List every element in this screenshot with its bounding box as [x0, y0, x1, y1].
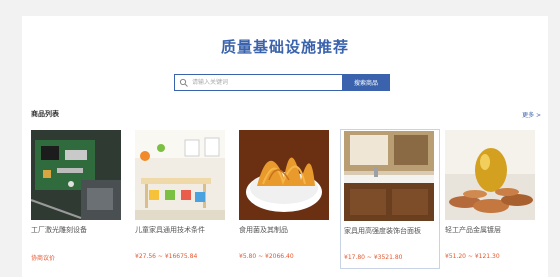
product-price: ¥51.20 ~ ¥121.30 [445, 253, 500, 260]
product-card[interactable]: 轻工产品金属镀层 ¥51.20 ~ ¥121.30 [442, 129, 542, 269]
product-name: 轻工产品金属镀层 [445, 226, 501, 234]
product-card[interactable]: 家具用高强度装饰台面板 ¥17.80 ~ ¥3521.80 [340, 129, 440, 269]
product-price: ¥5.80 ~ ¥2066.40 [239, 253, 294, 260]
product-name: 家具用高强度装饰台面板 [344, 227, 421, 235]
product-card[interactable]: 工厂激光雕刻设备 协商议价 [28, 129, 128, 269]
product-image [344, 131, 434, 221]
search-icon [179, 78, 188, 87]
search-input[interactable] [192, 76, 332, 89]
more-link[interactable]: 更多 > [522, 110, 541, 119]
search-box[interactable] [174, 74, 342, 91]
product-list: 工厂激光雕刻设备 协商议价 儿童家具通用技术条件 ¥27.56 ~ ¥16675… [28, 129, 546, 277]
product-name: 食用菌及其制品 [239, 226, 288, 234]
product-card[interactable]: 儿童家具通用技术条件 ¥27.56 ~ ¥16675.84 [132, 129, 232, 269]
product-image [135, 130, 225, 220]
page-title: 质量基础设施推荐 [220, 38, 349, 56]
product-image [239, 130, 329, 220]
section-header: 商品列表 更多 > [31, 109, 541, 119]
product-name: 儿童家具通用技术条件 [135, 226, 205, 234]
section-title: 商品列表 [31, 110, 59, 118]
product-price: ¥27.56 ~ ¥16675.84 [135, 253, 198, 260]
product-image [445, 130, 535, 220]
product-card[interactable]: 食用菌及其制品 ¥5.80 ~ ¥2066.40 [236, 129, 336, 269]
recommendation-panel: 质量基础设施推荐 搜索商品 商品列表 更多 > [22, 16, 548, 277]
search-button[interactable]: 搜索商品 [342, 74, 390, 91]
product-price: ¥17.80 ~ ¥3521.80 [344, 254, 403, 261]
product-image [31, 130, 121, 220]
product-price: 协商议价 [31, 255, 56, 262]
product-name: 工厂激光雕刻设备 [31, 226, 87, 234]
